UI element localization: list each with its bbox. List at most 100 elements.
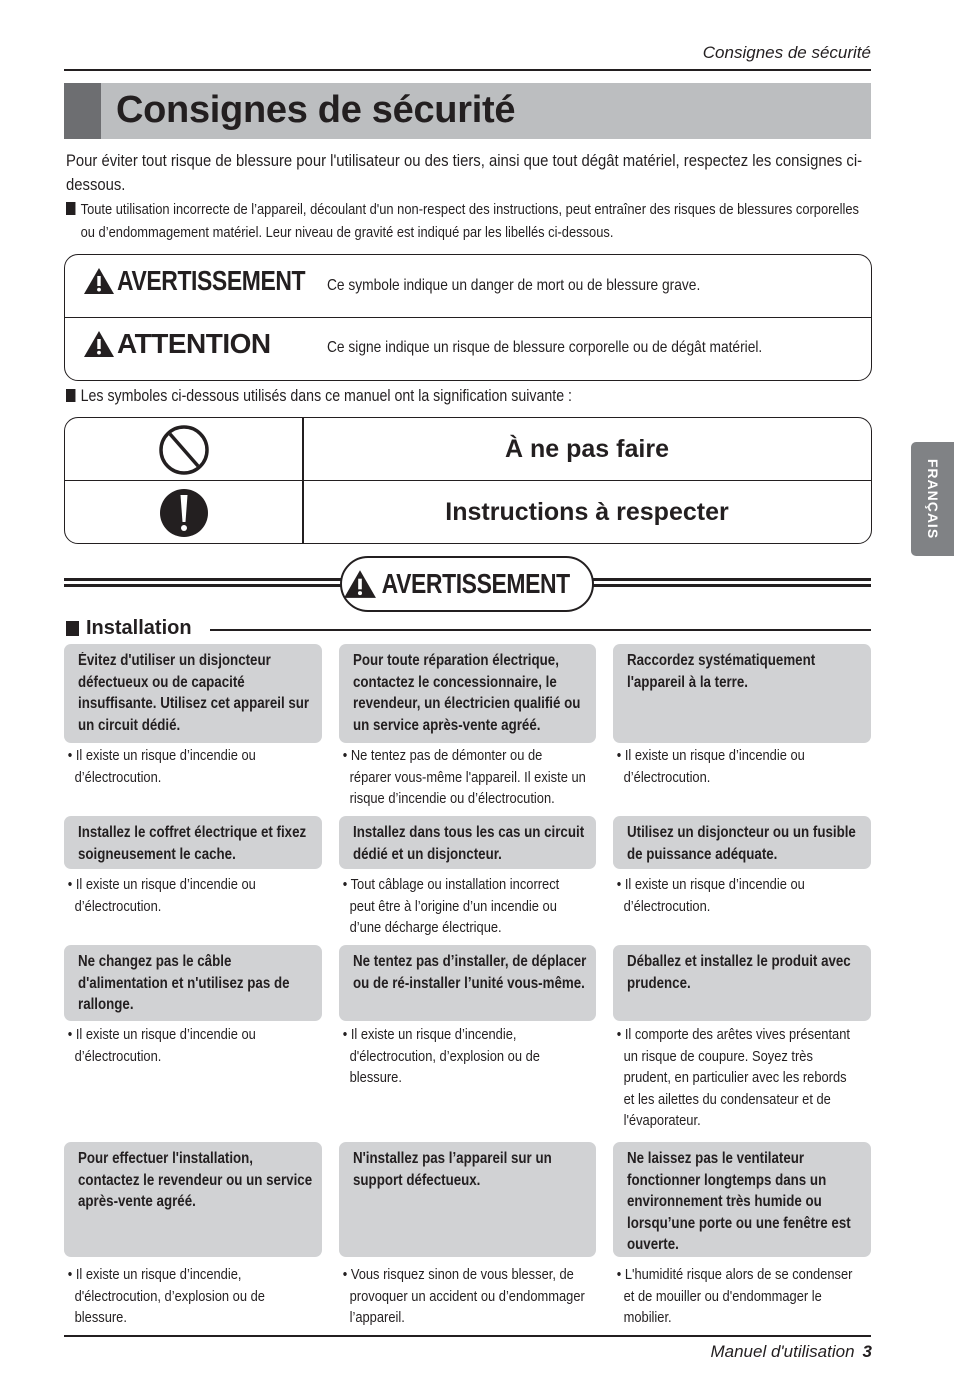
instruction-note-line: d’électrocution.: [623, 897, 711, 915]
signal-label: ATTENTION: [83, 328, 271, 360]
instruction-note-line: • Il existe un risque d’incendie ou: [67, 1026, 256, 1043]
language-tab-label: FRANÇAIS: [924, 458, 941, 540]
instruction-note-line: • Il existe un risque d’incendie,: [342, 1026, 517, 1043]
instruction-note-line: prudent, en particulier avec les rebords: [623, 1069, 847, 1086]
instruction-title-line: fonctionner longtemps dans un: [627, 1171, 827, 1189]
instruction-title-line: de puissance adéquate.: [627, 845, 778, 863]
instruction-note-line: d'électrocution, d’explosion ou de: [74, 1287, 265, 1305]
intro-text: Pour éviter tout risque de blessure pour…: [66, 152, 863, 194]
instruction-title-line: N'installez pas l’appareil sur un: [353, 1150, 552, 1167]
instruction-card: Utilisez un disjoncteur ou un fusible de …: [613, 816, 871, 869]
instruction-title-line: Évitez d'utiliser un disjoncteur: [78, 652, 271, 669]
instruction-note-line: risque d’incendie ou d’électrocution.: [349, 790, 555, 807]
instruction-title-line: ouverte.: [627, 1236, 679, 1253]
instruction-title: Pour toute réparation électrique, contact…: [353, 650, 590, 736]
instruction-title-line: revendeur, un électricien qualifié ou: [353, 695, 581, 712]
running-head: Consignes de sécurité: [702, 43, 871, 62]
instruction-note-line: peut être à l’origine d’un incendie ou: [349, 897, 557, 915]
signal-word-legend: AVERTISSEMENT Ce symbole indique un dang…: [64, 254, 872, 381]
instruction-note-line: et les ailettes du condensateur et de: [623, 1090, 831, 1108]
instruction-title-line: Déballez et installez le produit avec: [627, 953, 851, 970]
instruction-note-line: • Il existe un risque d’incendie,: [67, 1266, 242, 1283]
instruction-title-line: rallonge.: [78, 996, 134, 1013]
instruction-title-line: lorsqu’une porte ou une fenêtre est: [627, 1214, 851, 1232]
instruction-card: Raccordez systématiquement l'appareil à l…: [613, 644, 871, 743]
square-bullet-icon: [66, 389, 76, 402]
instruction-title-line: défectueux ou de capacité: [78, 673, 245, 691]
symbols-legend: À ne pas faire Instructions à respecter: [64, 417, 872, 544]
instruction-card: Pour toute réparation électrique, contact…: [339, 644, 596, 743]
signal-label: AVERTISSEMENT: [83, 265, 346, 297]
legend-row-attention: ATTENTION Ce signe indique un risque de …: [65, 318, 871, 380]
instruction-title: Raccordez systématiquement l'appareil à l…: [627, 650, 864, 693]
title-bar-accent: [64, 83, 101, 139]
instruction-title: Ne tentez pas d’installer, de déplacer ou…: [353, 951, 590, 994]
instruction-note: • Il existe un risque d’incendie ou d’éle…: [66, 874, 324, 917]
intro-bullet-text: Toute utilisation incorrecte de l’appare…: [80, 201, 859, 241]
instruction-card: Installez le coffret électrique et fixez…: [64, 816, 322, 869]
square-bullet-icon: [66, 621, 79, 636]
signal-description: Ce symbole indique un danger de mort ou …: [327, 277, 701, 294]
instruction-title-line: insuffisante. Utilisez cet appareil sur: [78, 695, 310, 712]
symbol-label: Instructions à respecter: [445, 498, 729, 526]
instruction-title-line: ou de ré-installer l’unité vous-même.: [353, 974, 585, 992]
instruction-title: Pour effectuer l'installation, contactez …: [78, 1148, 315, 1213]
square-bullet-icon: [66, 202, 76, 215]
instruction-title: Déballez et installez le produit avec pru…: [627, 951, 864, 994]
warning-banner: AVERTISSEMENT: [340, 556, 594, 612]
instruction-title-line: Raccordez systématiquement: [627, 652, 816, 669]
symbols-intro: Les symboles ci-dessous utilisés dans ce…: [66, 387, 572, 406]
instruction-note-line: • Vous risquez sinon de vous blesser, de: [342, 1266, 574, 1283]
instruction-card: Déballez et installez le produit avec pru…: [613, 945, 871, 1021]
instruction-card: Ne tentez pas d’installer, de déplacer ou…: [339, 945, 596, 1021]
legend-row-avertissement: AVERTISSEMENT Ce symbole indique un dang…: [65, 255, 871, 318]
instruction-title-line: Ne tentez pas d’installer, de déplacer: [353, 953, 587, 970]
warning-triangle-icon: [344, 570, 377, 598]
instruction-note-line: mobilier.: [623, 1309, 672, 1326]
instruction-title: Ne changez pas le câble d'alimentation et…: [78, 951, 315, 1016]
section-heading: Installation: [66, 617, 200, 640]
instruction-title-line: environnement très humide ou: [627, 1193, 822, 1210]
instruction-note-line: • Il existe un risque d’incendie ou: [67, 747, 256, 764]
instruction-title-line: dédié et un disjoncteur.: [353, 845, 502, 863]
section-rule: [210, 629, 871, 631]
warning-triangle-icon: [84, 268, 114, 294]
instruction-title-line: Ne laissez pas le ventilateur: [627, 1150, 805, 1167]
instruction-note-line: provoquer un accident ou d’endommager: [349, 1287, 585, 1305]
instruction-note-line: d’électrocution.: [74, 768, 162, 786]
instruction-note-line: • Il comporte des arêtes vives présentan…: [616, 1026, 850, 1043]
symbols-intro-text: Les symboles ci-dessous utilisés dans ce…: [80, 387, 573, 405]
instruction-title-line: Installez dans tous les cas un circuit: [353, 824, 585, 841]
instruction-title-line: Installez le coffret électrique et fixez: [78, 824, 307, 841]
instruction-note: • Ne tentez pas de démonter ou de réparer…: [341, 745, 599, 810]
symbol-row-mandatory: Instructions à respecter: [65, 481, 871, 543]
instruction-title-line: Ne changez pas le câble: [78, 953, 232, 970]
instruction-title-line: soigneusement le cache.: [78, 845, 236, 863]
signal-description: Ce signe indique un risque de blessure c…: [327, 339, 763, 356]
instruction-note-line: d’électrocution.: [74, 1047, 162, 1065]
instruction-note: • Il existe un risque d’incendie, d'élect…: [66, 1264, 324, 1329]
instruction-note: • L'humidité risque alors de se condense…: [615, 1264, 873, 1329]
instruction-title-line: l'appareil à la terre.: [627, 673, 748, 691]
intro-bullet: Toute utilisation incorrecte de l’appare…: [66, 198, 870, 244]
page-title: Consignes de sécurité: [116, 89, 516, 131]
instruction-note-line: et de mouiller ou d'endommager le: [623, 1287, 822, 1305]
instruction-title-line: contactez le revendeur ou un service: [78, 1171, 313, 1189]
instruction-title-line: après-vente agréé.: [78, 1193, 196, 1210]
instruction-title: Ne laissez pas le ventilateur fonctionner…: [627, 1148, 864, 1256]
instruction-note: • Vous risquez sinon de vous blesser, de…: [341, 1264, 599, 1329]
instruction-note: • Il existe un risque d’incendie ou d’éle…: [66, 745, 324, 788]
signal-word: AVERTISSEMENT: [117, 265, 306, 296]
instruction-title-line: un service après-vente agréé.: [353, 716, 541, 734]
instruction-note-line: • L'humidité risque alors de se condense…: [616, 1266, 853, 1283]
instruction-note-line: blessure.: [349, 1069, 402, 1086]
section-title: Installation: [86, 617, 192, 639]
instruction-note-line: réparer vous-même l'appareil. Il existe …: [349, 768, 586, 786]
instruction-card: Pour effectuer l'installation, contactez …: [64, 1142, 322, 1257]
language-tab: FRANÇAIS: [911, 442, 954, 556]
instruction-note-line: blessure.: [74, 1309, 127, 1326]
instruction-note-line: d’électrocution.: [74, 897, 162, 915]
instruction-card: Ne laissez pas le ventilateur fonctionner…: [613, 1142, 871, 1257]
instruction-title-line: Utilisez un disjoncteur ou un fusible: [627, 824, 856, 841]
instruction-note: • Il existe un risque d’incendie, d'élect…: [341, 1024, 599, 1089]
